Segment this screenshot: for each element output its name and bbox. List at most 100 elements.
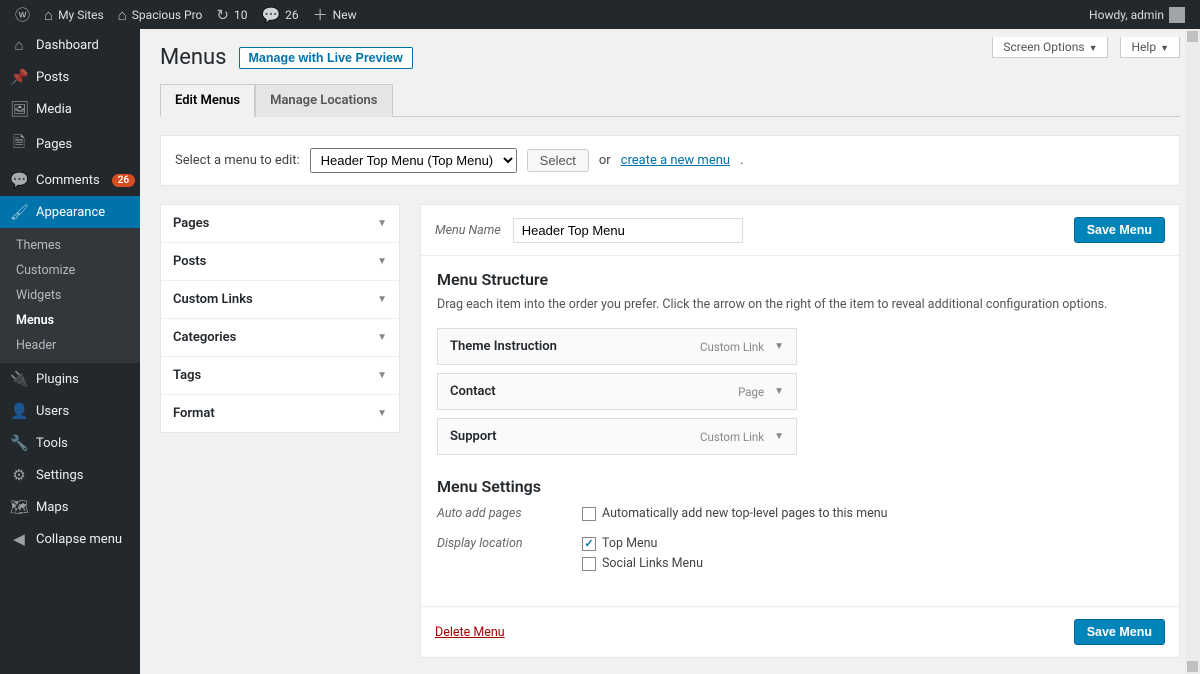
sidebar-item-posts[interactable]: 📌Posts	[0, 61, 140, 93]
vertical-scrollbar[interactable]	[1185, 29, 1200, 674]
updates-link[interactable]: ↻ 10	[209, 0, 254, 29]
delete-menu-link[interactable]: Delete Menu	[435, 625, 505, 640]
admin-bar: ⓦ ⌂ My Sites ⌂Spacious Pro ↻ 10 💬26 ＋New H…	[0, 0, 1200, 29]
create-new-menu-link[interactable]: create a new menu	[621, 153, 730, 168]
menu-icon: 🖌	[10, 203, 28, 221]
accordion-format[interactable]: Format▼	[161, 395, 399, 432]
save-menu-button[interactable]: Save Menu	[1074, 217, 1165, 243]
accordion-tags[interactable]: Tags ▼	[161, 357, 399, 395]
sidebar-item-appearance[interactable]: 🖌 Appearance	[0, 196, 140, 228]
menu-settings-heading: Menu Settings	[437, 477, 1163, 496]
page-title-text: Menus	[160, 45, 227, 70]
menu-item-title: Contact	[450, 384, 738, 399]
chevron-down-icon[interactable]: ▼	[774, 431, 784, 442]
chevron-down-icon: ▼	[377, 370, 387, 381]
sidebar-item-label: Appearance	[36, 205, 105, 220]
chevron-down-icon: ▼	[1160, 44, 1169, 54]
sidebar-item-dashboard[interactable]: ⌂ Dashboard	[0, 29, 140, 61]
sidebar-item-settings[interactable]: ⚙Settings	[0, 459, 140, 491]
site-name-link[interactable]: ⌂Spacious Pro	[111, 0, 210, 29]
tab-manage-locations[interactable]: Manage Locations	[255, 84, 392, 117]
accordion-custom-links[interactable]: Custom Links▼	[161, 281, 399, 319]
count-badge: 26	[112, 174, 135, 187]
site-name-label: Spacious Pro	[132, 8, 203, 22]
accordion-label: Tags	[173, 368, 201, 383]
sidebar-item-comments[interactable]: 💬 Comments 26	[0, 164, 140, 196]
sidebar-item-label: Media	[36, 102, 72, 117]
comments-count: 26	[285, 8, 299, 22]
menu-select[interactable]: Header Top Menu (Top Menu)	[310, 148, 517, 173]
sidebar-item-label: Dashboard	[36, 38, 99, 53]
menu-edit-panel: Menu Name Save Menu Menu Structure Drag …	[420, 204, 1180, 658]
display-location-label: Display location	[437, 536, 582, 551]
menu-item-type: Custom Link	[700, 340, 764, 354]
sidebar-item-label: Plugins	[36, 372, 79, 387]
accordion-pages[interactable]: Pages▼	[161, 205, 399, 243]
sidebar-item-media[interactable]: 🖼Media	[0, 93, 140, 125]
building-icon: ⌂	[44, 6, 53, 24]
menu-item-row[interactable]: SupportCustom Link▼	[437, 418, 797, 455]
screen-options-toggle[interactable]: Screen Options ▼	[992, 37, 1108, 58]
or-text: or	[599, 153, 611, 168]
howdy-link[interactable]: Howdy, admin	[1082, 0, 1192, 29]
update-icon: ↻	[216, 6, 229, 24]
chevron-down-icon: ▼	[377, 218, 387, 229]
menu-icon: ◀	[10, 530, 28, 548]
accordion-posts[interactable]: Posts▼	[161, 243, 399, 281]
sidebar-item-label: Comments	[36, 173, 100, 188]
location-name: Social Links Menu	[602, 556, 703, 571]
chevron-down-icon[interactable]: ▼	[774, 341, 784, 352]
save-menu-button-bottom[interactable]: Save Menu	[1074, 619, 1165, 645]
sidebar-sub-customize[interactable]: Customize	[0, 258, 140, 283]
tab-edit-menus[interactable]: Edit Menus	[160, 84, 255, 117]
sidebar-item-label: Maps	[36, 500, 68, 515]
sidebar-item-plugins[interactable]: 🔌Plugins	[0, 363, 140, 395]
wp-logo[interactable]: ⓦ	[8, 0, 37, 29]
menu-name-input[interactable]	[513, 218, 743, 243]
sidebar-sub-widgets[interactable]: Widgets	[0, 283, 140, 308]
accordion-label: Format	[173, 406, 215, 421]
manage-live-preview-button[interactable]: Manage with Live Preview	[239, 47, 413, 69]
accordion-label: Categories	[173, 330, 236, 345]
sidebar-item-label: Posts	[36, 70, 69, 85]
checkbox-icon[interactable]	[582, 507, 596, 521]
sidebar-item-maps[interactable]: 🗺Maps	[0, 491, 140, 523]
menu-structure-desc: Drag each item into the order you prefer…	[437, 297, 1163, 312]
accordion-label: Custom Links	[173, 292, 253, 307]
sidebar-item-collapse-menu[interactable]: ◀Collapse menu	[0, 523, 140, 555]
menu-item-title: Theme Instruction	[450, 339, 700, 354]
menu-icon: 👤	[10, 402, 28, 420]
sidebar-item-pages[interactable]: 🗎Pages	[0, 125, 140, 164]
location-option-social-links-menu[interactable]: Social Links Menu	[582, 556, 703, 571]
my-sites-label: My Sites	[58, 8, 104, 22]
comments-link[interactable]: 💬26	[254, 0, 305, 29]
menu-item-type: Page	[738, 385, 764, 399]
my-sites-link[interactable]: ⌂ My Sites	[37, 0, 111, 29]
sidebar-sub-themes[interactable]: Themes	[0, 233, 140, 258]
chevron-down-icon: ▼	[1089, 44, 1098, 54]
chevron-down-icon[interactable]: ▼	[774, 386, 784, 397]
checkbox-icon[interactable]	[582, 557, 596, 571]
auto-add-pages-option[interactable]: Automatically add new top-level pages to…	[582, 506, 888, 521]
updates-count: 10	[234, 8, 248, 22]
sidebar-sub-menus[interactable]: Menus	[0, 308, 140, 333]
menu-icon: ⌂	[10, 36, 28, 54]
help-toggle[interactable]: Help▼	[1120, 37, 1180, 58]
select-button[interactable]: Select	[527, 149, 589, 172]
chevron-down-icon: ▼	[377, 332, 387, 343]
checkbox-icon[interactable]	[582, 537, 596, 551]
scroll-up-icon[interactable]	[1187, 31, 1198, 42]
location-option-top-menu[interactable]: Top Menu	[582, 536, 703, 551]
new-link[interactable]: ＋New	[306, 0, 364, 29]
menu-item-row[interactable]: ContactPage ▼	[437, 373, 797, 410]
accordion-categories[interactable]: Categories ▼	[161, 319, 399, 357]
sidebar-item-tools[interactable]: 🔧Tools	[0, 427, 140, 459]
sidebar-item-users[interactable]: 👤 Users	[0, 395, 140, 427]
menu-item-row[interactable]: Theme InstructionCustom Link ▼	[437, 328, 797, 365]
sidebar-sub-header[interactable]: Header	[0, 333, 140, 358]
sidebar-item-label: Users	[36, 404, 69, 419]
period: .	[740, 153, 743, 168]
scroll-down-icon[interactable]	[1187, 661, 1198, 672]
screen-options-label: Screen Options	[1003, 40, 1084, 54]
menu-icon: 💬	[10, 171, 28, 189]
